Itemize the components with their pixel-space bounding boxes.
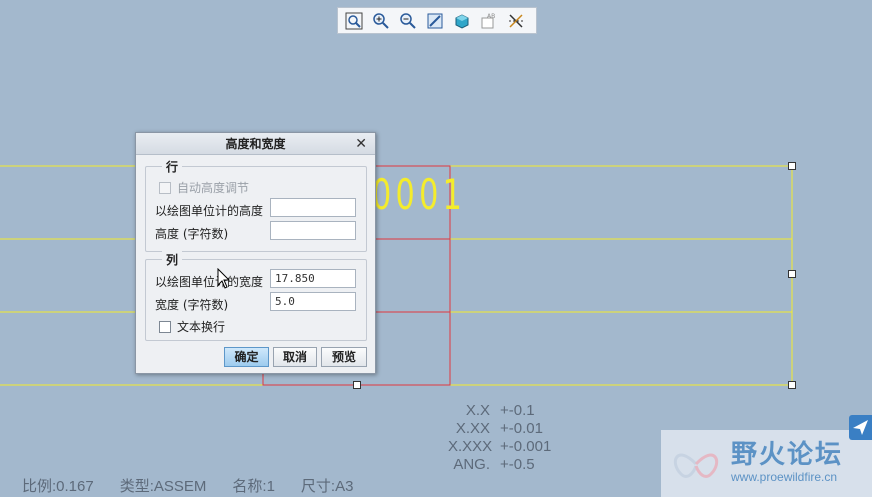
tolerance-value: +-0.5 <box>500 456 535 473</box>
width-chars-field[interactable]: 5.0 <box>270 292 356 311</box>
tolerance-key: X.X <box>465 402 490 419</box>
tolerance-row: X.XX +-0.01 <box>448 420 551 438</box>
view-toolbar: AB <box>337 7 537 34</box>
repaint-button[interactable] <box>423 10 447 32</box>
text-wrap-label: 文本换行 <box>177 320 226 334</box>
zoom-out-button[interactable] <box>396 10 420 32</box>
annotation-display-button[interactable]: AB <box>477 10 501 32</box>
zoom-fit-button[interactable] <box>342 10 366 32</box>
text-wrap-option: 文本换行 <box>159 318 225 335</box>
close-icon[interactable]: ✕ <box>355 133 367 155</box>
tolerance-row: ANG. +-0.5 <box>448 456 551 474</box>
height-chars-label: 高度 (字符数) <box>155 227 229 241</box>
height-chars-field[interactable] <box>270 221 356 240</box>
auto-height-label: 自动高度调节 <box>177 181 250 195</box>
datum-display-icon <box>509 13 523 28</box>
auto-height-checkbox[interactable] <box>159 181 171 194</box>
drawing-canvas[interactable] <box>0 0 872 497</box>
tolerance-value: +-0.1 <box>500 402 535 419</box>
height-chars-row: 高度 (字符数) <box>155 225 228 242</box>
auto-height-option: 自动高度调节 <box>159 179 249 196</box>
cancel-button[interactable]: 取消 <box>273 347 317 367</box>
tolerance-value: +-0.001 <box>500 438 552 455</box>
repaint-icon <box>427 13 443 28</box>
width-chars-label: 宽度 (字符数) <box>155 298 229 312</box>
width-units-row: 以绘图单位计的宽度 <box>155 273 263 290</box>
annotation-display-icon: AB <box>481 13 495 28</box>
height-width-dialog: 高度和宽度 ✕ 行 自动高度调节 以绘图单位计的高度 高度 (字符数) 列 以绘… <box>135 132 376 374</box>
tolerance-value: +-0.01 <box>500 420 543 437</box>
width-units-field[interactable]: 17.850 <box>270 269 356 288</box>
side-panel-button[interactable] <box>849 415 872 440</box>
width-units-label: 以绘图单位计的宽度 <box>155 275 264 289</box>
paper-plane-icon <box>853 420 868 435</box>
zoom-fit-icon <box>345 12 363 29</box>
butterfly-logo-icon <box>673 453 719 478</box>
columns-group-title: 列 <box>162 251 183 268</box>
mouse-cursor-icon <box>217 268 231 289</box>
tolerance-key: X.XX <box>455 420 490 437</box>
watermark-title: 野火论坛 <box>731 440 844 470</box>
display-style-button[interactable] <box>450 10 474 32</box>
resize-handle[interactable] <box>788 381 796 389</box>
zoom-in-button[interactable] <box>369 10 393 32</box>
rows-group-title: 行 <box>162 158 183 175</box>
height-units-row: 以绘图单位计的高度 <box>155 202 263 219</box>
svg-text:AB: AB <box>487 13 495 20</box>
watermark-url: www.proewildfire.cn <box>731 470 838 484</box>
dialog-title: 高度和宽度 <box>225 137 286 151</box>
datum-display-button[interactable] <box>504 10 528 32</box>
preview-button[interactable]: 预览 <box>321 347 367 367</box>
height-units-label: 以绘图单位计的高度 <box>155 204 264 218</box>
tolerance-row: X.X +-0.1 <box>448 402 551 420</box>
display-style-icon <box>455 13 469 29</box>
width-chars-row: 宽度 (字符数) <box>155 296 228 313</box>
table-cell-text[interactable]: 0001 <box>372 170 466 219</box>
type-text: 类型:ASSEM <box>119 478 207 495</box>
drawing-status-line: 比例:0.167 类型:ASSEM 名称:1 尺寸:A3 <box>22 475 353 496</box>
resize-handle[interactable] <box>353 381 361 389</box>
tolerance-key: X.XXX <box>448 438 493 455</box>
size-text: 尺寸:A3 <box>300 478 354 495</box>
tolerance-row: X.XXX +-0.001 <box>448 438 551 456</box>
ok-button[interactable]: 确定 <box>224 347 269 367</box>
text-wrap-checkbox[interactable] <box>159 320 171 333</box>
forum-watermark: 野火论坛 www.proewildfire.cn <box>661 430 872 497</box>
tolerance-key: ANG. <box>453 456 490 473</box>
scale-text: 比例:0.167 <box>22 478 94 495</box>
resize-handle[interactable] <box>788 270 796 278</box>
zoom-out-icon <box>400 12 416 29</box>
height-units-field[interactable] <box>270 198 356 217</box>
zoom-in-icon <box>373 12 389 29</box>
dialog-titlebar[interactable]: 高度和宽度 ✕ <box>136 133 375 155</box>
tolerance-table: X.X +-0.1 X.XX +-0.01 X.XXX +-0.001 ANG. +-0… <box>448 402 551 474</box>
resize-handle[interactable] <box>788 162 796 170</box>
name-text: 名称:1 <box>232 478 275 495</box>
